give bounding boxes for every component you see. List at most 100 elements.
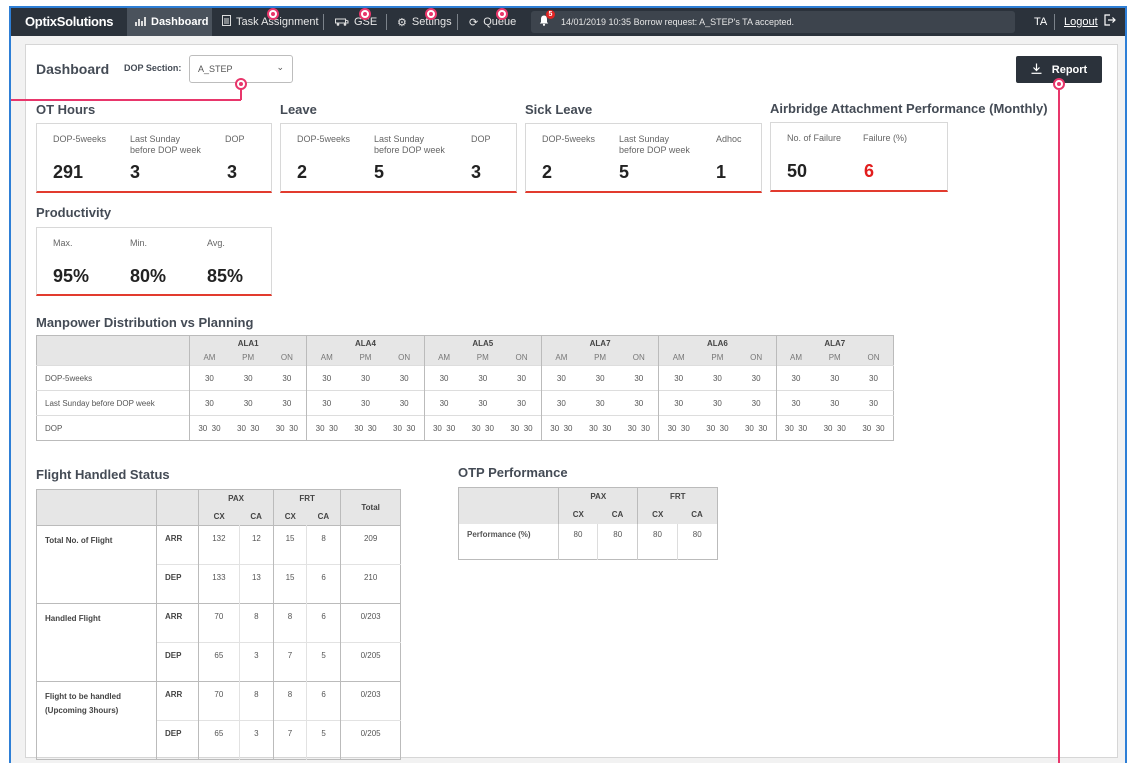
annotation-line <box>11 99 241 101</box>
manpower-cell: 30 30 <box>471 423 494 433</box>
flight-cell: 13 <box>239 564 275 604</box>
otp-subhead: CA <box>597 505 639 524</box>
manpower-group-row: ALA1 ALA4 ALA5 ALA7 ALA6 ALA7 <box>36 335 894 366</box>
flight-cell: 0/203 <box>360 612 381 621</box>
chart-icon <box>135 16 146 29</box>
dop-section-label: DOP Section: <box>124 63 182 73</box>
manpower-subhead: ON <box>502 350 542 366</box>
prod-max-value: 95% <box>53 266 90 286</box>
sick-leave-card: DOP-5weeks Last Sunday before DOP week A… <box>525 123 762 193</box>
manpower-cell: 30 <box>595 373 605 383</box>
manpower-cell: 30 <box>322 398 332 408</box>
flight-row: Flight to be handled (Upcoming 3hours) AR… <box>36 681 401 760</box>
nav-queue[interactable]: ⟳ Queue <box>469 8 516 36</box>
flight-cell: 8 <box>239 681 275 721</box>
manpower-cell: 30 30 <box>502 415 542 441</box>
flight-cell: 0/205 <box>360 651 381 660</box>
flight-subhead: CX <box>284 511 296 521</box>
manpower-row: DOP 30 30 30 30 30 30 30 30 30 30 30 30 30 30 30… <box>36 415 894 441</box>
productivity-card: Max. Min. Avg. 95% 80% 85% <box>36 227 272 296</box>
flight-cell: 15 <box>273 525 308 565</box>
manpower-cell: 30 <box>384 365 425 391</box>
manpower-corner <box>36 335 190 366</box>
flight-cell: 6 <box>306 564 342 604</box>
manpower-cell: 30 30 <box>784 423 808 433</box>
flight-row: Handled Flight ARR 70 8 8 6 0/203 <box>36 603 401 682</box>
manpower-row-label: DOP-5weeks <box>36 365 190 391</box>
logout-link[interactable]: Logout <box>1064 16 1098 28</box>
manpower-row-label: DOP <box>36 415 190 441</box>
manpower-cell: 30 <box>869 398 878 408</box>
manpower-cell: 30 <box>791 373 801 383</box>
ot-col2-label: Last Sunday before DOP week <box>130 134 201 155</box>
page-title: Dashboard <box>36 61 110 77</box>
manpower-table: ALA1 ALA4 ALA5 ALA7 ALA6 ALA7 AM PM ON AM PM… <box>36 335 894 441</box>
manpower-subhead: AM <box>672 353 685 363</box>
ot-col2-value: 3 <box>130 162 141 182</box>
manpower-cell: 30 <box>478 398 488 408</box>
flight-type-corner <box>156 489 199 526</box>
leave-col3-value: 3 <box>471 162 482 182</box>
manpower-cell: 30 <box>478 373 488 383</box>
user-initials[interactable]: TA <box>1034 16 1047 28</box>
manpower-cell: 30 <box>595 398 605 408</box>
flight-section-label: Handled Flight <box>36 603 157 682</box>
flight-status-title: Flight Handled Status <box>36 467 170 482</box>
ot-hours-title: OT Hours <box>36 102 96 117</box>
manpower-cell: 30 <box>712 373 722 383</box>
manpower-cell: 30 <box>439 373 449 383</box>
manpower-cell: 30 <box>384 390 425 416</box>
annotation-marker <box>496 8 508 20</box>
notification-bar[interactable]: 5 14/01/2019 10:35 Borrow request: A_STE… <box>531 10 1015 33</box>
airbridge-card: No. of Failure Failure (%) 50 6 <box>770 122 948 192</box>
prod-avg-value: 85% <box>207 266 244 286</box>
manpower-group-header: ALA7 <box>824 338 846 348</box>
ot-hours-card: DOP-5weeks Last Sunday before DOP week D… <box>36 123 272 193</box>
annotation-marker <box>1053 78 1065 90</box>
nav-dashboard[interactable]: Dashboard <box>127 8 212 36</box>
manpower-cell: 30 <box>556 373 566 383</box>
prod-min-value: 80% <box>130 266 167 286</box>
airbridge-title: Airbridge Attachment Performance (Monthl… <box>770 101 1048 116</box>
download-icon <box>1031 63 1042 77</box>
manpower-cell: 30 <box>502 390 542 416</box>
manpower-cell: 30 <box>439 398 449 408</box>
manpower-cell: 30 30 <box>706 423 729 433</box>
airbridge-col1-value: 50 <box>787 161 808 181</box>
flight-type-label: ARR <box>156 681 199 721</box>
refresh-icon: ⟳ <box>469 16 479 29</box>
flight-cell: 0/203 <box>360 690 381 699</box>
flight-type-label: DEP <box>156 642 199 682</box>
manpower-subhead: ON <box>736 350 777 366</box>
manpower-group-header: ALA4 <box>306 335 425 351</box>
manpower-cell: 30 30 <box>619 415 660 441</box>
prod-max-label: Max. <box>53 238 73 248</box>
flight-group-row: PAX FRT Total <box>36 489 401 526</box>
manpower-cell: 30 <box>674 373 684 383</box>
flight-frt-header: FRT <box>273 489 342 508</box>
sick-col2-label: Last Sunday before DOP week <box>619 134 690 155</box>
manpower-subhead: PM <box>828 353 841 363</box>
flight-cell: 70 <box>198 681 240 721</box>
manpower-cell: 30 <box>267 390 308 416</box>
ot-col3-label: DOP <box>225 134 245 144</box>
manpower-cell: 30 30 <box>237 423 260 433</box>
flight-cell: 8 <box>273 681 308 721</box>
flight-cell: 5 <box>306 720 342 760</box>
flight-type-label: DEP <box>156 720 199 760</box>
manpower-cell: 30 <box>736 390 777 416</box>
manpower-cell: 30 30 <box>315 423 338 433</box>
flight-type-label: DEP <box>156 564 199 604</box>
flight-subhead: CA <box>306 507 342 526</box>
flight-type-label: ARR <box>156 525 199 565</box>
manpower-cell: 30 30 <box>823 423 846 433</box>
manpower-cell: 30 30 <box>384 415 425 441</box>
brand-logo[interactable]: OptixSolutions <box>25 14 114 29</box>
bell-icon[interactable]: 5 <box>539 10 555 29</box>
otp-subhead: CX <box>572 510 584 519</box>
manpower-group-header: ALA1 <box>189 335 308 351</box>
document-icon <box>222 15 231 29</box>
manpower-cell: 30 <box>830 373 840 383</box>
logout-icon[interactable] <box>1104 14 1116 29</box>
sick-col3-value: 1 <box>716 162 727 182</box>
